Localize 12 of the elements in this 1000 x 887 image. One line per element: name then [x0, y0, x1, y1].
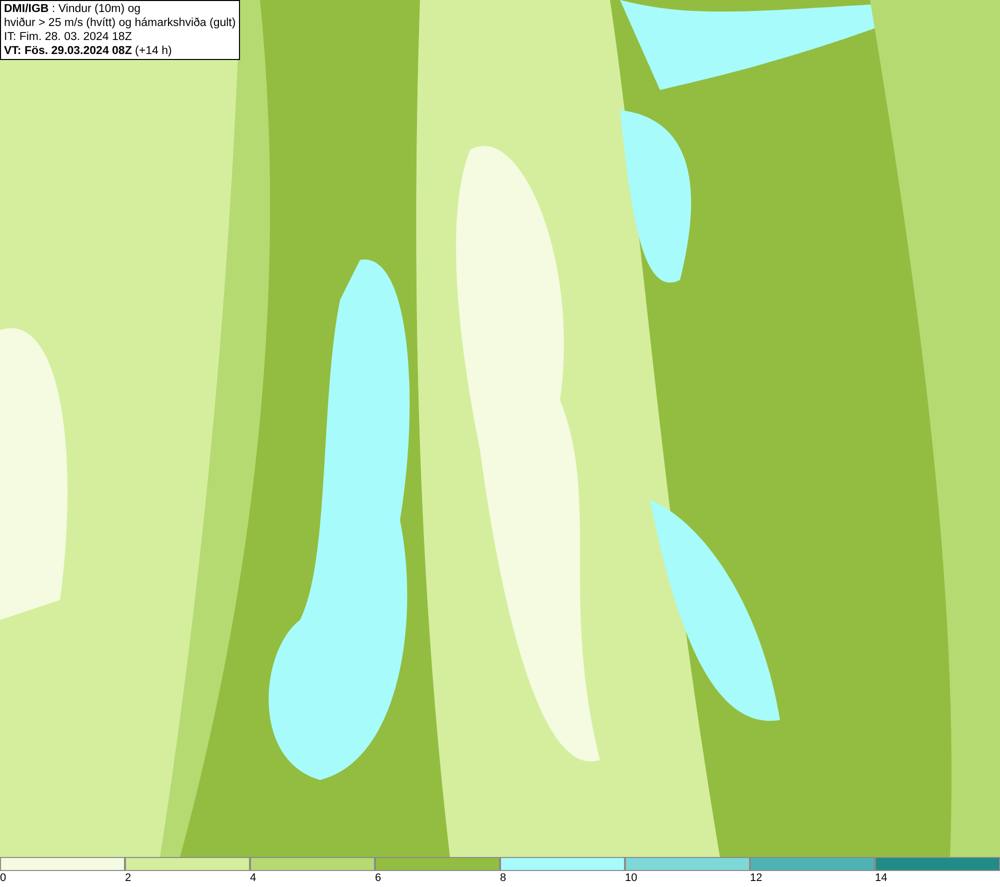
legend-tick-label: 6 [375, 871, 382, 885]
header-text: hviður > 25 m/s (hvítt) og hámarkshviða (gult) [4, 16, 236, 30]
header-text: VT: Fös. 29.03.2024 08Z (+14 h) [4, 44, 173, 58]
legend-tick-label: 4 [250, 871, 256, 885]
legend-tick-label: 8 [500, 871, 506, 885]
legend-tick-label: 14 [875, 871, 888, 885]
legend-tick-label: 12 [750, 871, 762, 885]
legend-tick-label: 2 [125, 871, 132, 885]
header-text: DMI/IGB : Vindur (10m) og [4, 2, 142, 16]
legend-tick-label: 10 [625, 871, 638, 885]
header-text: IT: Fim. 28. 03. 2024 18Z [4, 30, 133, 44]
legend-tick-label: 0 [0, 871, 6, 885]
